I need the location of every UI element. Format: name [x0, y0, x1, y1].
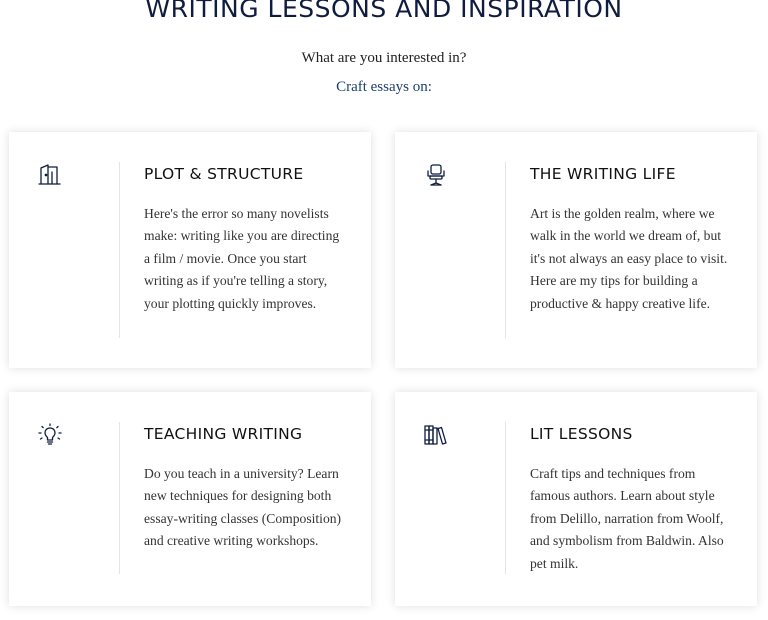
card-description: Craft tips and techniques from famous au…	[530, 466, 724, 571]
desk-chair-icon	[423, 162, 449, 188]
card-description: Art is the golden realm, where we walk i…	[530, 206, 728, 311]
books-icon	[423, 422, 449, 448]
card-lit-lessons[interactable]: LIT LESSONS Craft tips and techniques fr…	[395, 392, 757, 606]
card-description: Here's the error so many novelists make:…	[144, 206, 340, 311]
card-divider	[119, 422, 120, 574]
card-description: Do you teach in a university? Learn new …	[144, 466, 342, 549]
card-title: LIT LESSONS	[530, 425, 633, 443]
card-plot-structure[interactable]: PLOT & STRUCTURE Here's the error so man…	[9, 132, 371, 368]
card-writing-life[interactable]: THE WRITING LIFE Art is the golden realm…	[395, 132, 757, 368]
card-title: TEACHING WRITING	[144, 425, 303, 443]
page-subtitle: What are you interested in?	[301, 50, 467, 66]
card-title: THE WRITING LIFE	[530, 165, 676, 183]
craft-essays-link[interactable]: Craft essays on:	[0, 79, 768, 96]
page-title: WRITING LESSONS AND INSPIRATION	[145, 0, 623, 23]
door-icon	[37, 162, 63, 188]
card-divider	[505, 162, 506, 338]
card-divider	[119, 162, 120, 338]
card-divider	[505, 422, 506, 574]
lightbulb-icon	[37, 422, 63, 448]
card-title: PLOT & STRUCTURE	[144, 165, 304, 183]
card-teaching-writing[interactable]: TEACHING WRITING Do you teach in a unive…	[9, 392, 371, 606]
